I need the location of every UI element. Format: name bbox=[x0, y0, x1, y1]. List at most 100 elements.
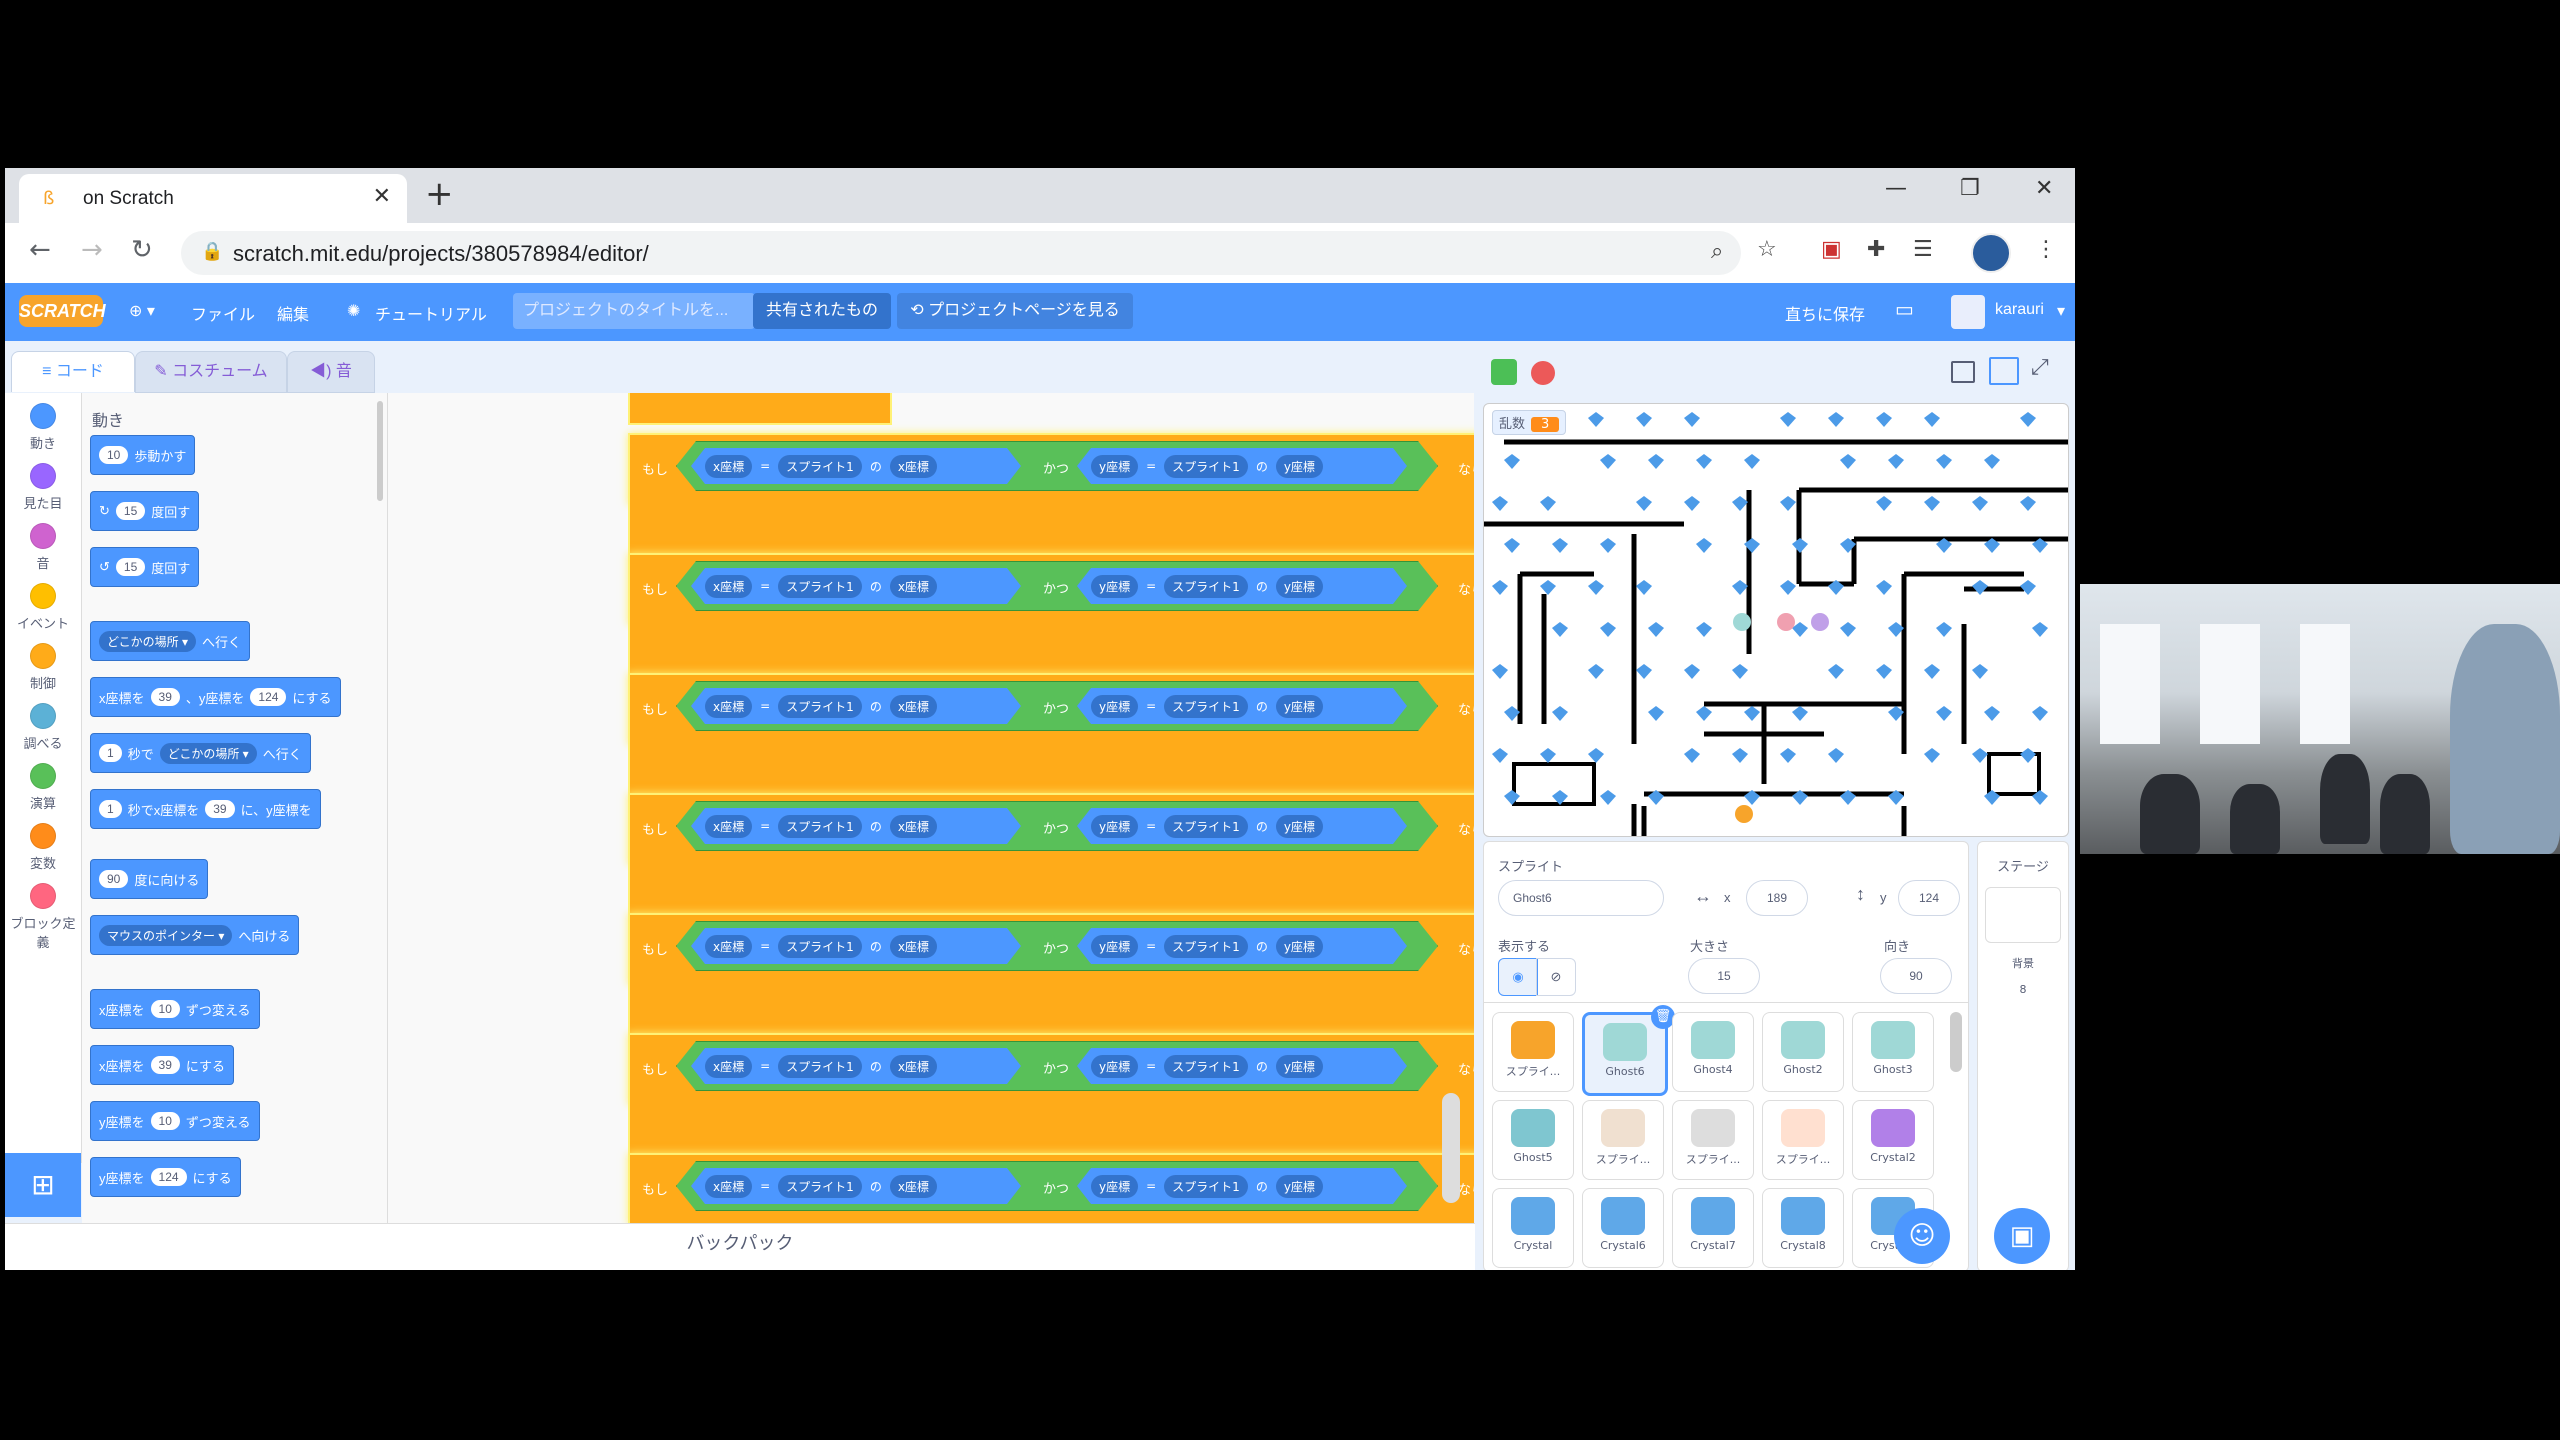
and-operator[interactable]: x座標 = スプライト1 の x座標 かつ y座標 = スプライト1 の y座標 bbox=[676, 441, 1438, 491]
sprite-tile[interactable]: スプライ... bbox=[1672, 1100, 1754, 1180]
block-dropdown[interactable]: マウスのポインター ▾ bbox=[99, 924, 233, 946]
tab-costume[interactable]: ✎ コスチューム bbox=[135, 351, 287, 393]
sprite-tile[interactable]: Ghost3 bbox=[1852, 1012, 1934, 1092]
property-dropdown[interactable]: y座標 bbox=[1276, 935, 1323, 958]
if-block[interactable]: もし なら x座標 = スプライト1 の x座標 かつ y座標 = スプライト1 の y座標 bbox=[628, 433, 1474, 505]
coord-reporter[interactable]: x座標 bbox=[705, 815, 752, 838]
add-backdrop-icon[interactable]: ▣ bbox=[1994, 1208, 2050, 1264]
block-number-input[interactable]: 90 bbox=[99, 870, 129, 888]
equals-operator[interactable]: x座標 = スプライト1 の x座標 bbox=[691, 928, 1021, 964]
sprite-dropdown[interactable]: スプライト1 bbox=[1164, 1175, 1248, 1198]
property-dropdown[interactable]: y座標 bbox=[1276, 1175, 1323, 1198]
motion-block[interactable]: y座標を 10 ずつ変える bbox=[90, 1101, 260, 1141]
block-number-input[interactable]: 15 bbox=[115, 558, 146, 576]
coord-reporter[interactable]: x座標 bbox=[705, 455, 752, 478]
if-block[interactable]: もし なら x座標 = スプライト1 の x座標 かつ y座標 = スプライト1 の y座標 bbox=[628, 913, 1474, 985]
motion-block[interactable]: x座標を 39 にする bbox=[90, 1045, 235, 1085]
username[interactable]: karauri bbox=[1995, 301, 2044, 319]
menu-edit[interactable]: 編集 bbox=[277, 301, 309, 325]
motion-block[interactable]: y座標を 124 にする bbox=[90, 1157, 241, 1197]
project-title-input[interactable]: プロジェクトのタイトルを... bbox=[513, 293, 755, 329]
sprite-dropdown[interactable]: スプライト1 bbox=[778, 695, 862, 718]
block-dropdown[interactable]: どこかの場所 ▾ bbox=[159, 742, 257, 764]
block-number-input[interactable]: 39 bbox=[150, 1056, 180, 1074]
category-item[interactable]: 調べる bbox=[5, 703, 81, 752]
browser-tab[interactable]: ß on Scratch ✕ bbox=[19, 174, 407, 223]
tab-sound[interactable]: ◀) 音 bbox=[287, 351, 375, 393]
reading-list-icon[interactable]: ☰ bbox=[1913, 237, 1933, 262]
category-item[interactable]: 演算 bbox=[5, 763, 81, 812]
see-project-page-button[interactable]: ⟲ プロジェクトページを見る bbox=[897, 293, 1133, 329]
extension-icon[interactable]: ▣ bbox=[1821, 237, 1842, 262]
star-icon[interactable]: ☆ bbox=[1757, 237, 1777, 262]
close-tab-icon[interactable]: ✕ bbox=[373, 184, 391, 209]
block-number-input[interactable]: 1 bbox=[99, 744, 122, 762]
motion-block[interactable]: 10 歩動かす bbox=[90, 435, 196, 475]
stop-icon[interactable] bbox=[1531, 361, 1555, 385]
equals-operator[interactable]: x座標 = スプライト1 の x座標 bbox=[691, 808, 1021, 844]
block-number-input[interactable]: 10 bbox=[150, 1000, 180, 1018]
menu-file[interactable]: ファイル bbox=[191, 301, 255, 325]
if-block[interactable]: もし なら x座標 = スプライト1 の x座標 かつ y座標 = スプライト1 の y座標 bbox=[628, 793, 1474, 865]
if-block[interactable]: もし なら x座標 = スプライト1 の x座標 かつ y座標 = スプライト1 の y座標 bbox=[628, 1153, 1474, 1223]
stage-canvas[interactable]: 乱数 3 bbox=[1483, 403, 2069, 837]
sprite-dropdown[interactable]: スプライト1 bbox=[778, 1055, 862, 1078]
sprite-dropdown[interactable]: スプライト1 bbox=[1164, 455, 1248, 478]
property-dropdown[interactable]: y座標 bbox=[1276, 1055, 1323, 1078]
if-block[interactable]: もし なら x座標 = スプライト1 の x座標 かつ y座標 = スプライト1 の y座標 bbox=[628, 553, 1474, 625]
small-stage-icon[interactable] bbox=[1951, 361, 1975, 383]
motion-block[interactable]: x座標を 39 、y座標を 124 にする bbox=[90, 677, 341, 717]
coord-reporter[interactable]: y座標 bbox=[1091, 815, 1138, 838]
tab-code[interactable]: ≡ コード bbox=[11, 351, 135, 392]
block-number-input[interactable]: 10 bbox=[150, 1112, 180, 1130]
user-avatar[interactable] bbox=[1951, 295, 1985, 329]
category-item[interactable]: 制御 bbox=[5, 643, 81, 692]
category-item[interactable]: 音 bbox=[5, 523, 81, 572]
green-flag-icon[interactable] bbox=[1491, 359, 1517, 385]
menu-tutorial[interactable]: チュートリアル bbox=[375, 301, 487, 325]
fullscreen-icon[interactable]: ⤢ bbox=[2031, 355, 2049, 380]
block-number-input[interactable]: 39 bbox=[150, 688, 180, 706]
property-dropdown[interactable]: x座標 bbox=[890, 575, 937, 598]
equals-operator[interactable]: y座標 = スプライト1 の y座標 bbox=[1077, 928, 1407, 964]
motion-block[interactable]: マウスのポインター ▾ へ向ける bbox=[90, 915, 300, 955]
and-operator[interactable]: x座標 = スプライト1 の x座標 かつ y座標 = スプライト1 の y座標 bbox=[676, 561, 1438, 611]
sprite-tile[interactable]: スプライ... bbox=[1762, 1100, 1844, 1180]
puzzle-icon[interactable]: ✚ bbox=[1867, 237, 1885, 262]
block-number-input[interactable]: 124 bbox=[150, 1168, 187, 1186]
property-dropdown[interactable]: x座標 bbox=[890, 1175, 937, 1198]
close-window-icon[interactable]: ✕ bbox=[2035, 176, 2053, 201]
motion-block[interactable]: ↻ 15 度回す bbox=[90, 491, 200, 531]
equals-operator[interactable]: x座標 = スプライト1 の x座標 bbox=[691, 688, 1021, 724]
sprite-tile[interactable]: Ghost6 🗑 bbox=[1582, 1005, 1675, 1096]
motion-block[interactable]: ↺ 15 度回す bbox=[90, 547, 200, 587]
block-number-input[interactable]: 124 bbox=[250, 688, 287, 706]
category-item[interactable]: イベント bbox=[5, 583, 81, 632]
property-dropdown[interactable]: x座標 bbox=[890, 935, 937, 958]
minimize-icon[interactable]: — bbox=[1885, 176, 1907, 201]
coord-reporter[interactable]: y座標 bbox=[1091, 695, 1138, 718]
equals-operator[interactable]: x座標 = スプライト1 の x座標 bbox=[691, 448, 1021, 484]
size-input[interactable]: 15 bbox=[1688, 958, 1760, 994]
sprite-tile[interactable]: Crystal6 bbox=[1582, 1188, 1664, 1268]
y-input[interactable]: 124 bbox=[1898, 880, 1960, 916]
back-icon[interactable]: ← bbox=[29, 235, 51, 265]
reload-icon[interactable]: ↻ bbox=[131, 235, 153, 265]
sprite-dropdown[interactable]: スプライト1 bbox=[778, 815, 862, 838]
equals-operator[interactable]: y座標 = スプライト1 の y座標 bbox=[1077, 568, 1407, 604]
and-operator[interactable]: x座標 = スプライト1 の x座標 かつ y座標 = スプライト1 の y座標 bbox=[676, 1161, 1438, 1211]
coord-reporter[interactable]: y座標 bbox=[1091, 1175, 1138, 1198]
sprite-dropdown[interactable]: スプライト1 bbox=[778, 935, 862, 958]
sprite-name-input[interactable]: Ghost6 bbox=[1498, 880, 1664, 916]
coord-reporter[interactable]: x座標 bbox=[705, 695, 752, 718]
if-block[interactable]: もし なら x座標 = スプライト1 の x座標 かつ y座標 = スプライト1 の y座標 bbox=[628, 1033, 1474, 1105]
script-scrollbar[interactable] bbox=[1442, 1093, 1460, 1203]
coord-reporter[interactable]: x座標 bbox=[705, 575, 752, 598]
sprite-dropdown[interactable]: スプライト1 bbox=[1164, 575, 1248, 598]
palette-scrollbar[interactable] bbox=[377, 401, 383, 501]
show-eye-icon[interactable]: ◉ bbox=[1498, 958, 1538, 996]
category-item[interactable]: ブロック定義 bbox=[5, 883, 81, 951]
hide-eye-icon[interactable]: ⊘ bbox=[1536, 958, 1576, 996]
sprite-tile[interactable]: Crystal8 bbox=[1762, 1188, 1844, 1268]
motion-block[interactable]: 90 度に向ける bbox=[90, 859, 209, 899]
